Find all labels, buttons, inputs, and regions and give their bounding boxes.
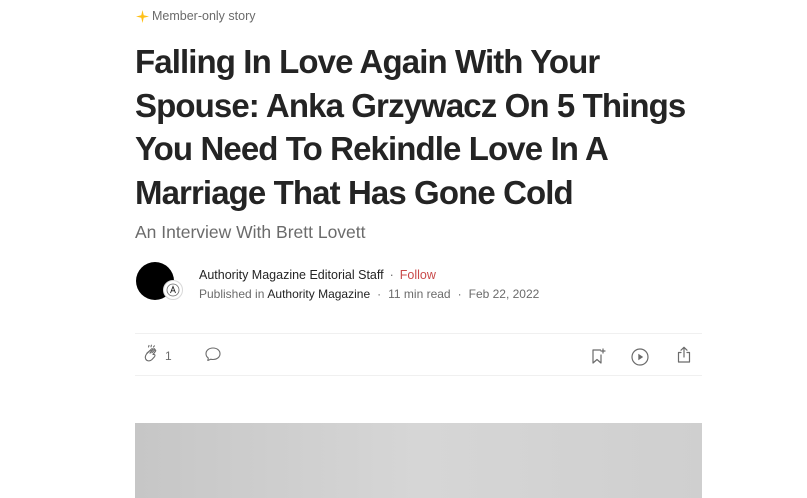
author-line: Authority Magazine Editorial Staff · Fol… [199, 267, 436, 283]
follow-button[interactable]: Follow [400, 267, 436, 283]
bookmark-button[interactable] [588, 346, 608, 366]
comment-icon [203, 347, 223, 369]
clap-icon [141, 344, 161, 369]
separator-dot: · [389, 268, 394, 282]
clap-count: 1 [165, 349, 172, 363]
bookmark-icon [588, 348, 608, 370]
play-icon [629, 348, 651, 372]
member-only-label: Member-only story [152, 9, 256, 23]
published-in-label: Published in [199, 287, 265, 301]
separator-dot: · [457, 287, 462, 301]
article-action-bar: 1 [135, 333, 702, 376]
member-only-badge: Member-only story [135, 8, 256, 24]
publication-link[interactable]: Authority Magazine [267, 286, 370, 302]
publication-logo-icon[interactable] [163, 280, 183, 300]
author-name-link[interactable]: Authority Magazine Editorial Staff [199, 267, 384, 283]
article-subtitle: An Interview With Brett Lovett [135, 222, 366, 242]
listen-button[interactable] [629, 346, 651, 368]
read-time: 11 min read [388, 287, 451, 301]
clap-button[interactable]: 1 [141, 344, 172, 369]
article-page: Member-only story Falling In Love Again … [0, 0, 807, 498]
comment-button[interactable] [203, 345, 223, 365]
author-byline: Authority Magazine Editorial Staff · Fol… [135, 262, 702, 302]
publish-date: Feb 22, 2022 [468, 287, 540, 301]
separator-dot: · [377, 287, 382, 301]
article-title: Falling In Love Again With Your Spouse: … [135, 43, 686, 211]
share-icon [674, 346, 694, 369]
publication-meta: Published in Authority Magazine · 11 min… [199, 286, 539, 302]
share-button[interactable] [674, 345, 694, 365]
hero-image [135, 423, 702, 498]
sparkle-icon [135, 9, 149, 23]
